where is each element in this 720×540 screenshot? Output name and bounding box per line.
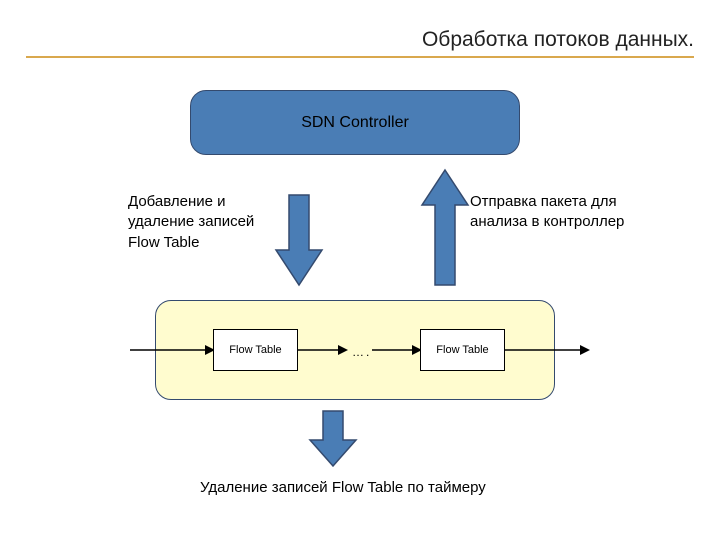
label-timer-remove: Удаление записей Flow Table по таймеру [200,478,540,498]
flow-table-box-2: Flow Table [420,329,505,371]
sdn-controller-label: SDN Controller [301,114,409,132]
thin-arrow-out-icon [505,340,590,360]
arrow-down-bottom-icon [308,408,358,470]
title-underline [26,56,694,58]
thin-arrow-mid2-icon [372,340,422,360]
flow-table-label-1: Flow Table [229,344,281,356]
arrow-up-icon [420,165,470,290]
ellipsis-label: …. [352,345,371,359]
label-add-remove: Добавление и удаление записей Flow Table [128,192,288,253]
thin-arrow-mid-icon [298,340,348,360]
page-title: Обработка потоков данных. [422,28,694,52]
thin-arrow-in-icon [130,340,215,360]
sdn-controller-box: SDN Controller [190,90,520,155]
flow-table-label-2: Flow Table [436,344,488,356]
flow-table-box-1: Flow Table [213,329,298,371]
label-send-packet: Отправка пакета для анализа в контроллер [470,192,630,233]
